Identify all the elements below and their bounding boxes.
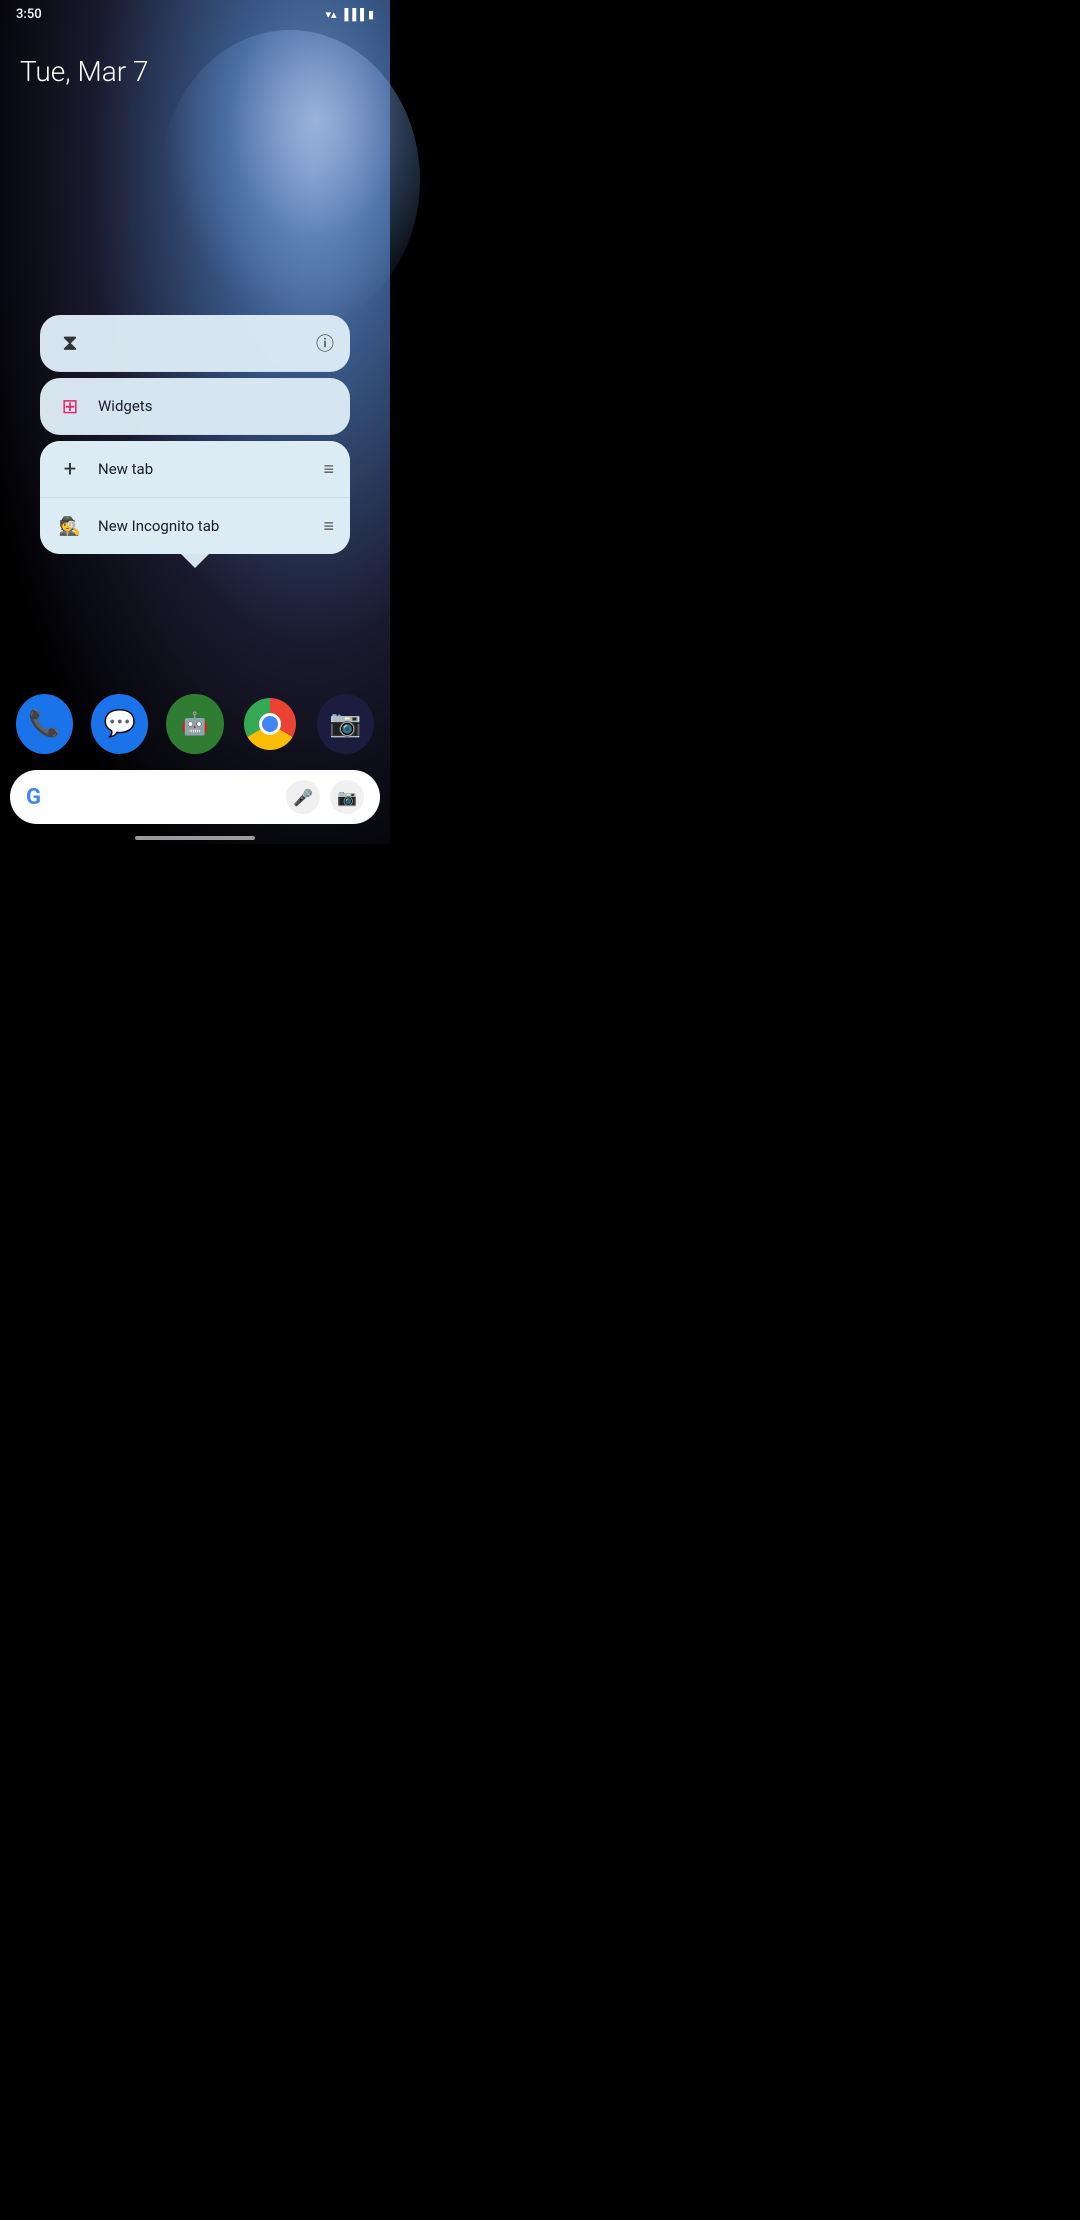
new-tab-item[interactable]: + New tab ≡ — [40, 441, 350, 498]
battery-icon: ▮ — [368, 8, 374, 21]
context-menu: ⧗ ⓘ ⊞ Widgets + New tab ≡ 🕵 New Incognit… — [40, 315, 350, 554]
phone-app-icon[interactable]: 📞 — [16, 694, 73, 754]
microphone-icon: 🎤 — [293, 788, 313, 807]
new-tab-label: New tab — [98, 460, 309, 478]
new-incognito-tab-item[interactable]: 🕵 New Incognito tab ≡ — [40, 498, 350, 554]
info-icon[interactable]: ⓘ — [316, 330, 334, 356]
google-logo: G — [26, 785, 41, 810]
status-time: 3:50 — [16, 7, 42, 22]
tab-group: + New tab ≡ 🕵 New Incognito tab ≡ — [40, 441, 350, 554]
messages-icon: 💬 — [104, 709, 136, 739]
incognito-icon: 🕵 — [56, 512, 84, 540]
date-display: Tue, Mar 7 — [20, 55, 149, 88]
camera-icon: 📷 — [329, 709, 361, 739]
wallpaper-swirl — [160, 30, 420, 330]
status-icons: ▾▴ ▐▐▐ ▮ — [326, 8, 375, 21]
voice-search-button[interactable]: 🎤 — [286, 780, 320, 814]
chrome-inner-circle — [259, 713, 281, 735]
chrome-icon — [244, 698, 296, 750]
search-bar[interactable]: G 🎤 📷 — [10, 770, 380, 824]
widgets-label: Widgets — [98, 397, 334, 415]
hourglass-icon: ⧗ — [56, 329, 84, 357]
app-info-item[interactable]: ⧗ ⓘ — [40, 315, 350, 372]
camera-app-icon[interactable]: 📷 — [317, 694, 374, 754]
android-icon: 🤖 — [181, 712, 208, 737]
new-incognito-tab-label: New Incognito tab — [98, 517, 309, 535]
phone-icon: 📞 — [28, 709, 60, 739]
chrome-app-icon[interactable] — [242, 694, 299, 754]
nav-bar-handle — [135, 836, 255, 840]
widgets-item[interactable]: ⊞ Widgets — [40, 378, 350, 435]
widgets-icon: ⊞ — [56, 392, 84, 420]
wifi-icon: ▾▴ — [326, 8, 337, 21]
drag-handle-new-tab: ≡ — [323, 459, 334, 480]
messages-app-icon[interactable]: 💬 — [91, 694, 148, 754]
lens-icon: 📷 — [337, 788, 357, 807]
lens-search-button[interactable]: 📷 — [330, 780, 364, 814]
status-bar: 3:50 ▾▴ ▐▐▐ ▮ — [0, 0, 390, 28]
android-app-icon[interactable]: 🤖 — [166, 694, 223, 754]
signal-icon: ▐▐▐ — [341, 8, 364, 21]
plus-icon: + — [56, 455, 84, 483]
dock: 📞 💬 🤖 📷 — [0, 694, 390, 754]
drag-handle-incognito: ≡ — [323, 516, 334, 537]
